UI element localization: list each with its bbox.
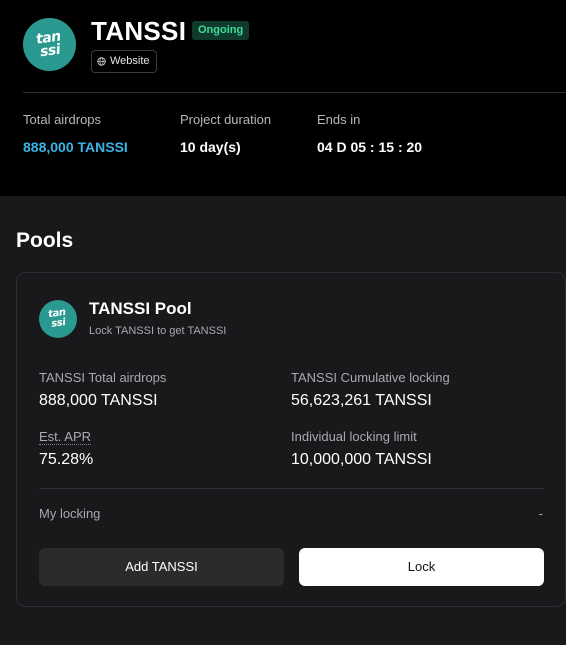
- project-header: tan ssi TANSSI Ongoing Website Total aird…: [0, 0, 566, 196]
- header-divider: [23, 92, 566, 93]
- my-locking-value: -: [538, 506, 543, 521]
- field-est-apr: Est. APR 75.28%: [39, 429, 93, 469]
- add-tanssi-button[interactable]: Add TANSSI: [39, 548, 284, 586]
- website-label: Website: [110, 55, 150, 67]
- field-value: 10,000,000 TANSSI: [291, 451, 432, 468]
- field-label[interactable]: Est. APR: [39, 429, 93, 445]
- stat-label: Total airdrops: [23, 112, 102, 127]
- apr-label-text[interactable]: Est. APR: [39, 429, 92, 445]
- card-divider: [39, 488, 544, 489]
- stat-project-duration: Project duration 10 day(s): [180, 112, 271, 155]
- stat-value: 04 D 05 : 15 : 20: [317, 139, 423, 155]
- my-locking-label: My locking: [39, 506, 101, 521]
- pool-card: tan ssi TANSSI Pool Lock TANSSI to get TA…: [16, 272, 566, 607]
- logo-text: tan ssi: [35, 27, 62, 60]
- field-locking-limit: Individual locking limit 10,000,000 TANS…: [291, 429, 432, 469]
- project-title: TANSSI: [91, 16, 187, 46]
- stat-label: Project duration: [180, 112, 272, 127]
- logo-text: tan ssi: [47, 306, 67, 330]
- field-label: TANSSI Cumulative locking: [291, 370, 450, 385]
- stat-label: Ends in: [317, 112, 361, 127]
- pool-logo: tan ssi: [39, 300, 77, 338]
- tanssi-logo: tan ssi: [23, 18, 76, 71]
- lock-button[interactable]: Lock: [299, 548, 544, 586]
- field-value: 56,623,261 TANSSI: [291, 392, 432, 409]
- field-cumulative-locking: TANSSI Cumulative locking 56,623,261 TAN…: [291, 370, 450, 410]
- website-button[interactable]: Website: [91, 50, 157, 73]
- pool-name: TANSSI Pool: [89, 299, 192, 318]
- stat-ends-in: Ends in 04 D 05 : 15 : 20: [317, 112, 422, 155]
- status-badge: Ongoing: [192, 21, 250, 40]
- stat-total-airdrops: Total airdrops 888,000 TANSSI: [23, 112, 128, 155]
- field-label: TANSSI Total airdrops: [39, 370, 167, 385]
- stat-value: 10 day(s): [180, 139, 241, 155]
- globe-icon: [97, 57, 106, 66]
- field-value: 75.28%: [39, 451, 94, 468]
- stat-value: 888,000 TANSSI: [23, 139, 128, 155]
- pool-subtitle: Lock TANSSI to get TANSSI: [89, 325, 227, 337]
- field-value: 888,000 TANSSI: [39, 392, 158, 409]
- field-total-airdrops: TANSSI Total airdrops 888,000 TANSSI: [39, 370, 166, 410]
- pools-heading: Pools: [16, 229, 74, 252]
- field-label: Individual locking limit: [291, 429, 417, 444]
